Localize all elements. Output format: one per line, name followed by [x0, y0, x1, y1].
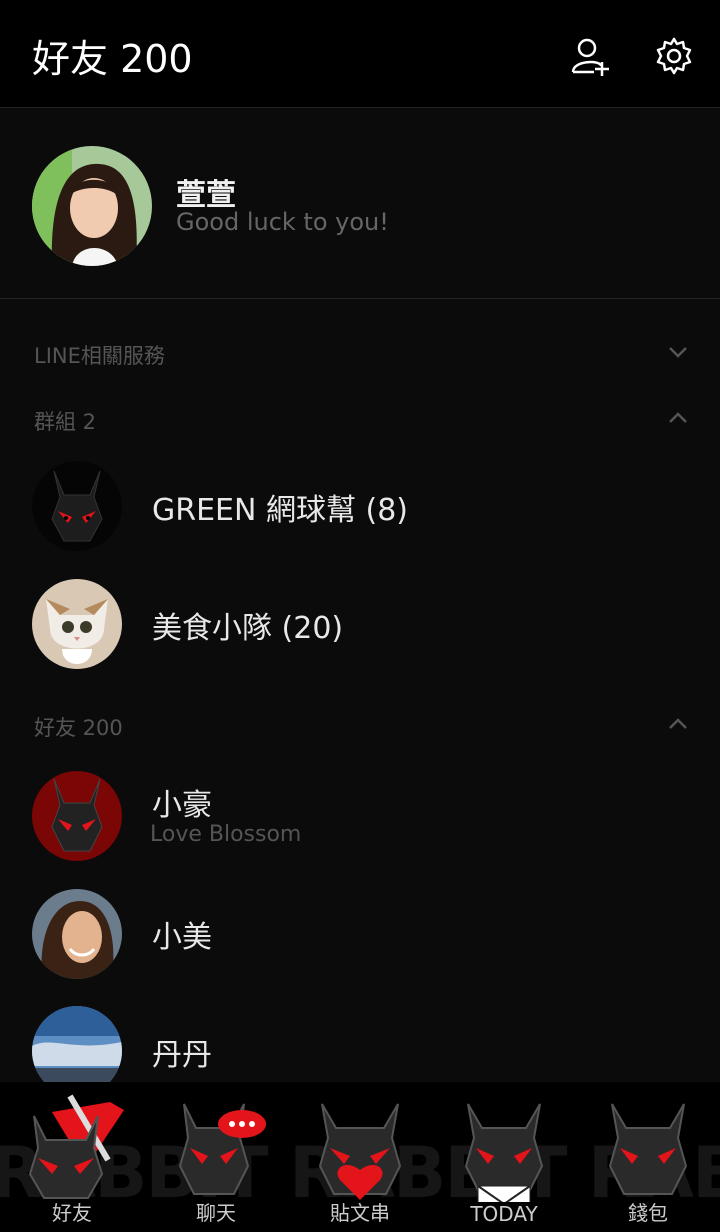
group-avatar: [32, 579, 122, 669]
profile-status-message: Good luck to you!: [176, 208, 389, 236]
top-header: 好友 200: [0, 0, 720, 108]
section-header-friends[interactable]: 好友 200: [34, 712, 123, 742]
rabbit-icon: [608, 1103, 688, 1195]
tab-label: 錢包: [628, 1201, 668, 1225]
section-header-services[interactable]: LINE相關服務: [34, 340, 165, 370]
add-friend-icon[interactable]: [570, 36, 610, 76]
friend-avatar: [32, 889, 122, 979]
rabbit-mail-icon: [464, 1103, 544, 1219]
profile-avatar[interactable]: [32, 146, 152, 266]
tab-timeline[interactable]: 貼文串: [288, 1082, 432, 1232]
tab-label: 聊天: [196, 1201, 236, 1225]
group-name: GREEN 網球幫 (8): [152, 493, 409, 528]
chevron-up-icon[interactable]: [666, 406, 690, 430]
friend-name: 小豪: [152, 788, 212, 823]
tab-today[interactable]: TODAY: [432, 1082, 576, 1232]
tab-label: 貼文串: [330, 1201, 390, 1225]
friend-name: 丹丹: [152, 1038, 212, 1073]
rabbit-sword-icon: [28, 1094, 124, 1199]
tab-chats[interactable]: 聊天: [144, 1082, 288, 1232]
rabbit-chat-icon: [178, 1103, 266, 1195]
tab-friends[interactable]: 好友: [0, 1082, 144, 1232]
group-avatar: [32, 461, 122, 551]
group-name: 美食小隊 (20): [152, 611, 344, 646]
tab-wallet[interactable]: 錢包: [576, 1082, 720, 1232]
rabbit-heart-icon: [318, 1103, 402, 1200]
tab-label: 好友: [52, 1201, 92, 1225]
bottom-tab-bar: RABBIT RABBIT RABBIT 好友 聊天 貼文串: [0, 1082, 720, 1232]
friend-name: 小美: [152, 920, 212, 955]
section-header-groups[interactable]: 群組 2: [34, 406, 96, 436]
gear-icon[interactable]: [654, 36, 694, 76]
tab-label: TODAY: [470, 1202, 538, 1226]
chevron-down-icon[interactable]: [666, 340, 690, 364]
my-profile[interactable]: 萱萱 Good luck to you!: [0, 108, 720, 299]
friend-avatar: [32, 771, 122, 861]
page-title: 好友 200: [32, 37, 193, 81]
chevron-up-icon[interactable]: [666, 712, 690, 736]
friend-status-message: Love Blossom: [150, 822, 302, 847]
